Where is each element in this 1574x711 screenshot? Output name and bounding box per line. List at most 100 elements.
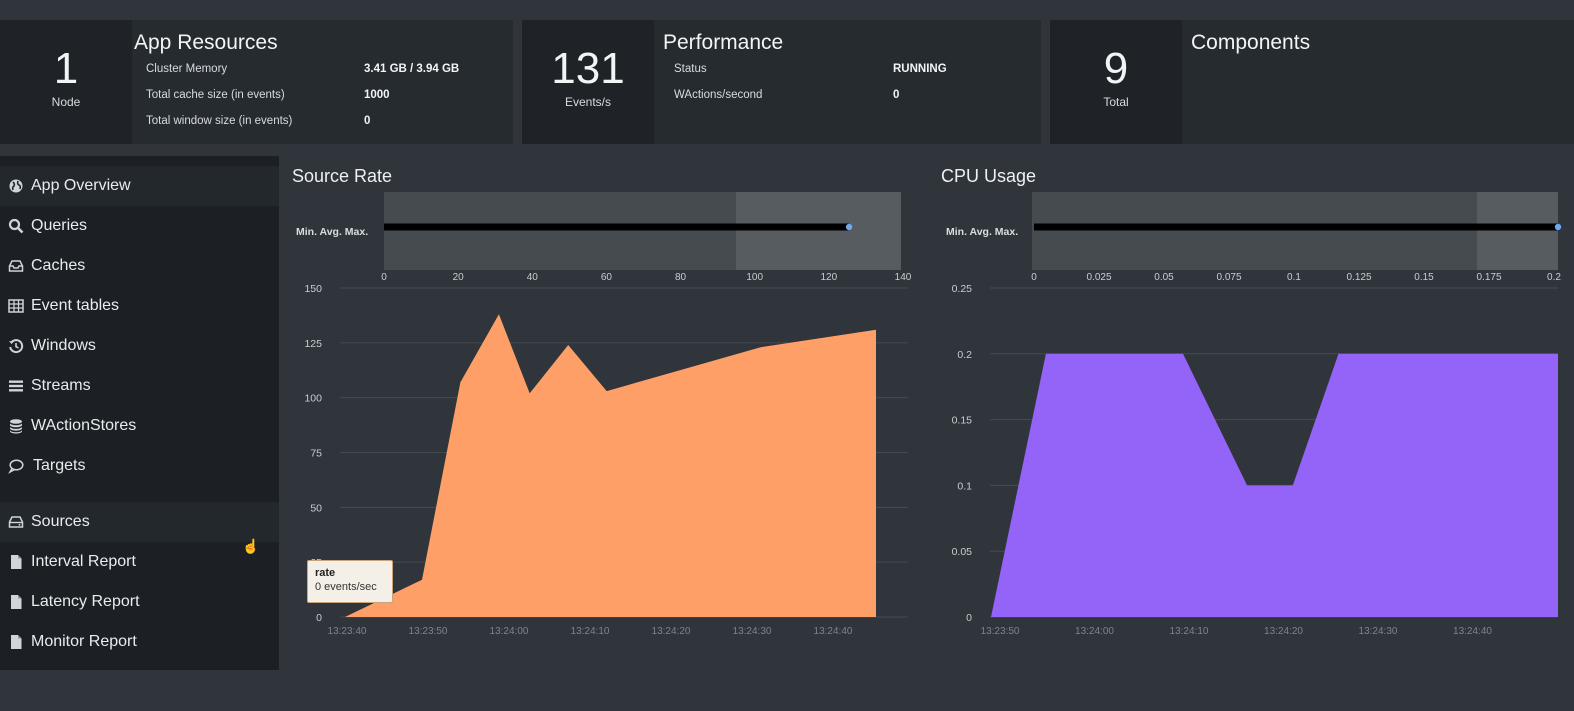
cpu-usage-chart: Min. Avg. Max. 0 0.025 0.05 0.075 0.1 0.125 0.1… <box>946 192 1562 637</box>
sidebar-item-queries[interactable]: Queries <box>0 206 279 246</box>
range-bar-tick-label: 120 <box>821 272 838 283</box>
sidebar-item-monitor-report[interactable]: Monitor Report <box>0 622 279 662</box>
status-label: Status <box>674 63 707 75</box>
events-rate-tile: 131 Events/s <box>522 20 654 144</box>
comment-icon <box>8 459 24 474</box>
source-rate-title: Source Rate <box>292 166 393 186</box>
file-icon <box>11 595 22 609</box>
sidebar-item-latency-report[interactable]: Latency Report <box>0 582 279 622</box>
x-tick-label: 13:24:20 <box>1264 626 1303 637</box>
sidebar-item-label: Caches <box>31 257 86 274</box>
y-tick-label: 0.25 <box>952 283 973 295</box>
sidebar-item-label: Interval Report <box>31 553 136 570</box>
range-bar-tick-label: 0.1 <box>1287 272 1301 283</box>
range-bar-tick-label: 0.025 <box>1086 272 1111 283</box>
range-bar-tick-label: 0 <box>1031 272 1037 283</box>
table-icon <box>8 299 24 313</box>
y-tick-label: 0.15 <box>952 415 973 427</box>
sidebar-item-app-overview[interactable]: App Overview <box>0 166 279 206</box>
performance-card: 131 Events/s Performance Status RUNNING … <box>522 20 1041 144</box>
range-bar-value <box>1034 223 1558 231</box>
sidebar-item-caches[interactable]: Caches <box>0 246 279 286</box>
y-tick-label: 0.2 <box>957 349 972 361</box>
sidebar-item-streams[interactable]: Streams <box>0 366 279 406</box>
range-bar-highlight <box>736 192 901 270</box>
range-bar-marker <box>1554 223 1562 231</box>
window-size-label: Total window size (in events) <box>146 115 293 127</box>
database-icon <box>10 419 22 434</box>
range-bar-label: Min. Avg. Max. <box>296 226 368 238</box>
inbox-icon <box>8 260 24 272</box>
range-bar-tick-label: 0.15 <box>1414 272 1434 283</box>
y-tick-label: 125 <box>304 338 322 350</box>
cpu-usage-title: CPU Usage <box>941 166 1037 186</box>
y-tick-label: 100 <box>304 393 322 405</box>
tooltip-text: 0 events/sec <box>315 581 377 593</box>
file-icon <box>11 635 22 649</box>
sidebar-item-label: Latency Report <box>31 593 140 610</box>
range-bar-tick-label: 0.075 <box>1216 272 1241 283</box>
sidebar-item-wactionstores[interactable]: WActionStores <box>0 406 279 446</box>
y-tick-label: 75 <box>310 448 322 460</box>
wactions-value: 0 <box>893 89 900 101</box>
sidebar-item-event-tables[interactable]: Event tables <box>0 286 279 326</box>
y-tick-label: 0 <box>966 612 972 624</box>
x-tick-label: 13:24:00 <box>1075 626 1114 637</box>
y-tick-label: 150 <box>304 283 322 295</box>
sidebar-item-sources[interactable]: Sources <box>0 502 279 542</box>
range-bar-value <box>384 223 850 231</box>
sidebar-item-label: Monitor Report <box>31 633 137 650</box>
cache-size-value: 1000 <box>364 89 390 101</box>
sidebar-item-label: Sources <box>31 513 90 530</box>
hdd-icon <box>8 516 24 528</box>
range-bar-tick-label: 40 <box>527 272 539 283</box>
events-rate-value: 131 <box>551 44 625 93</box>
sidebar-item-targets[interactable]: Targets <box>0 446 279 486</box>
node-count-tile: 1 Node <box>0 20 132 144</box>
bars-icon <box>9 380 23 392</box>
x-tick-label: 13:24:40 <box>1453 626 1492 637</box>
node-count: 1 <box>53 44 79 93</box>
events-rate-unit: Events/s <box>564 95 612 109</box>
globe-icon <box>9 179 23 193</box>
range-bar-marker <box>845 223 853 231</box>
card-title: Components <box>1191 31 1311 54</box>
sidebar-item-interval-report[interactable]: Interval Report <box>0 542 279 582</box>
range-bar-label: Min. Avg. Max. <box>946 226 1018 238</box>
wactions-label: WActions/second <box>674 89 763 101</box>
search-icon <box>8 218 24 234</box>
x-tick-label: 13:24:10 <box>1170 626 1209 637</box>
chart-tooltip: rate 0 events/sec <box>307 560 393 603</box>
range-bar-tick-label: 20 <box>453 272 465 283</box>
x-tick-label: 13:23:50 <box>409 626 448 637</box>
sidebar-item-windows[interactable]: Windows <box>0 326 279 366</box>
x-tick-label: 13:23:40 <box>328 626 367 637</box>
x-tick-label: 13:24:30 <box>1359 626 1398 637</box>
components-count: 9 <box>1103 44 1129 93</box>
app-resources-card: 1 Node App Resources Cluster Memory 3.41… <box>0 20 513 144</box>
sidebar-item-label: Queries <box>31 217 88 234</box>
range-bar-tick-label: 100 <box>746 272 763 283</box>
range-bar-tick-label: 0 <box>381 272 387 283</box>
x-tick-label: 13:24:00 <box>490 626 529 637</box>
file-icon <box>11 555 22 569</box>
x-tick-label: 13:24:40 <box>814 626 853 637</box>
x-tick-label: 13:23:50 <box>981 626 1020 637</box>
x-tick-label: 13:24:10 <box>571 626 610 637</box>
x-tick-label: 13:24:20 <box>652 626 691 637</box>
sidebar-item-label: Targets <box>33 457 86 474</box>
hand-cursor-icon: ☝ <box>242 538 260 554</box>
range-bar-tick-label: 0.05 <box>1154 272 1174 283</box>
sidebar-item-label: Streams <box>31 377 91 394</box>
y-tick-label: 0.05 <box>952 546 973 558</box>
range-bar-tick-label: 80 <box>675 272 687 283</box>
sidebar-item-label: Windows <box>31 337 96 354</box>
history-icon <box>9 339 24 354</box>
cluster-memory-value: 3.41 GB / 3.94 GB <box>364 63 460 75</box>
x-tick-label: 13:24:30 <box>733 626 772 637</box>
card-title: App Resources <box>134 31 278 54</box>
y-tick-label: 0 <box>316 612 322 624</box>
range-bar-tick-label: 60 <box>601 272 613 283</box>
range-bar-highlight <box>1477 192 1558 270</box>
series-area <box>345 314 876 617</box>
